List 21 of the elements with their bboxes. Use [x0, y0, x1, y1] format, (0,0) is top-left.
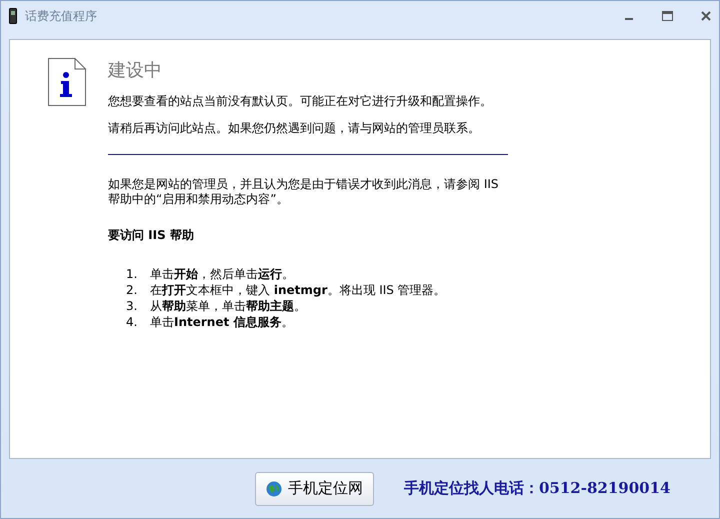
website-button[interactable]: 手机定位网	[255, 472, 374, 506]
step-number: 1.	[126, 266, 138, 282]
page-heading: 建设中	[108, 59, 163, 82]
step-text: 在打开文本框中，键入 inetmgr。将出现 IIS 管理器。	[150, 282, 446, 298]
maximize-icon[interactable]	[662, 11, 673, 21]
contact-phone: 手机定位找人电话：0512-82190014	[404, 479, 670, 498]
step-text: 单击开始，然后单击运行。	[150, 266, 294, 282]
admin-note: 如果您是网站的管理员，并且认为您是由于错误才收到此消息，请参阅 IIS 帮助中的“启用和禁用动态内容”。	[108, 177, 500, 207]
close-icon[interactable]	[701, 11, 711, 21]
paragraph: 请稍后再访问此站点。如果您仍然遇到问题，请与网站的管理员联系。	[108, 121, 481, 136]
globe-icon	[266, 480, 282, 496]
phone-icon	[9, 8, 17, 24]
step-text: 单击Internet 信息服务。	[150, 314, 294, 330]
step-number: 2.	[126, 282, 138, 298]
step-text: 从帮助菜单，单击帮助主题。	[150, 298, 306, 314]
step-number: 4.	[126, 314, 138, 330]
help-heading: 要访问 IIS 帮助	[108, 227, 195, 244]
paragraph: 您想要查看的站点当前没有默认页。可能正在对它进行升级和配置操作。	[108, 94, 493, 109]
step-number: 3.	[126, 298, 138, 314]
info-document-icon	[48, 58, 86, 106]
window-title: 话费充值程序	[25, 8, 98, 24]
